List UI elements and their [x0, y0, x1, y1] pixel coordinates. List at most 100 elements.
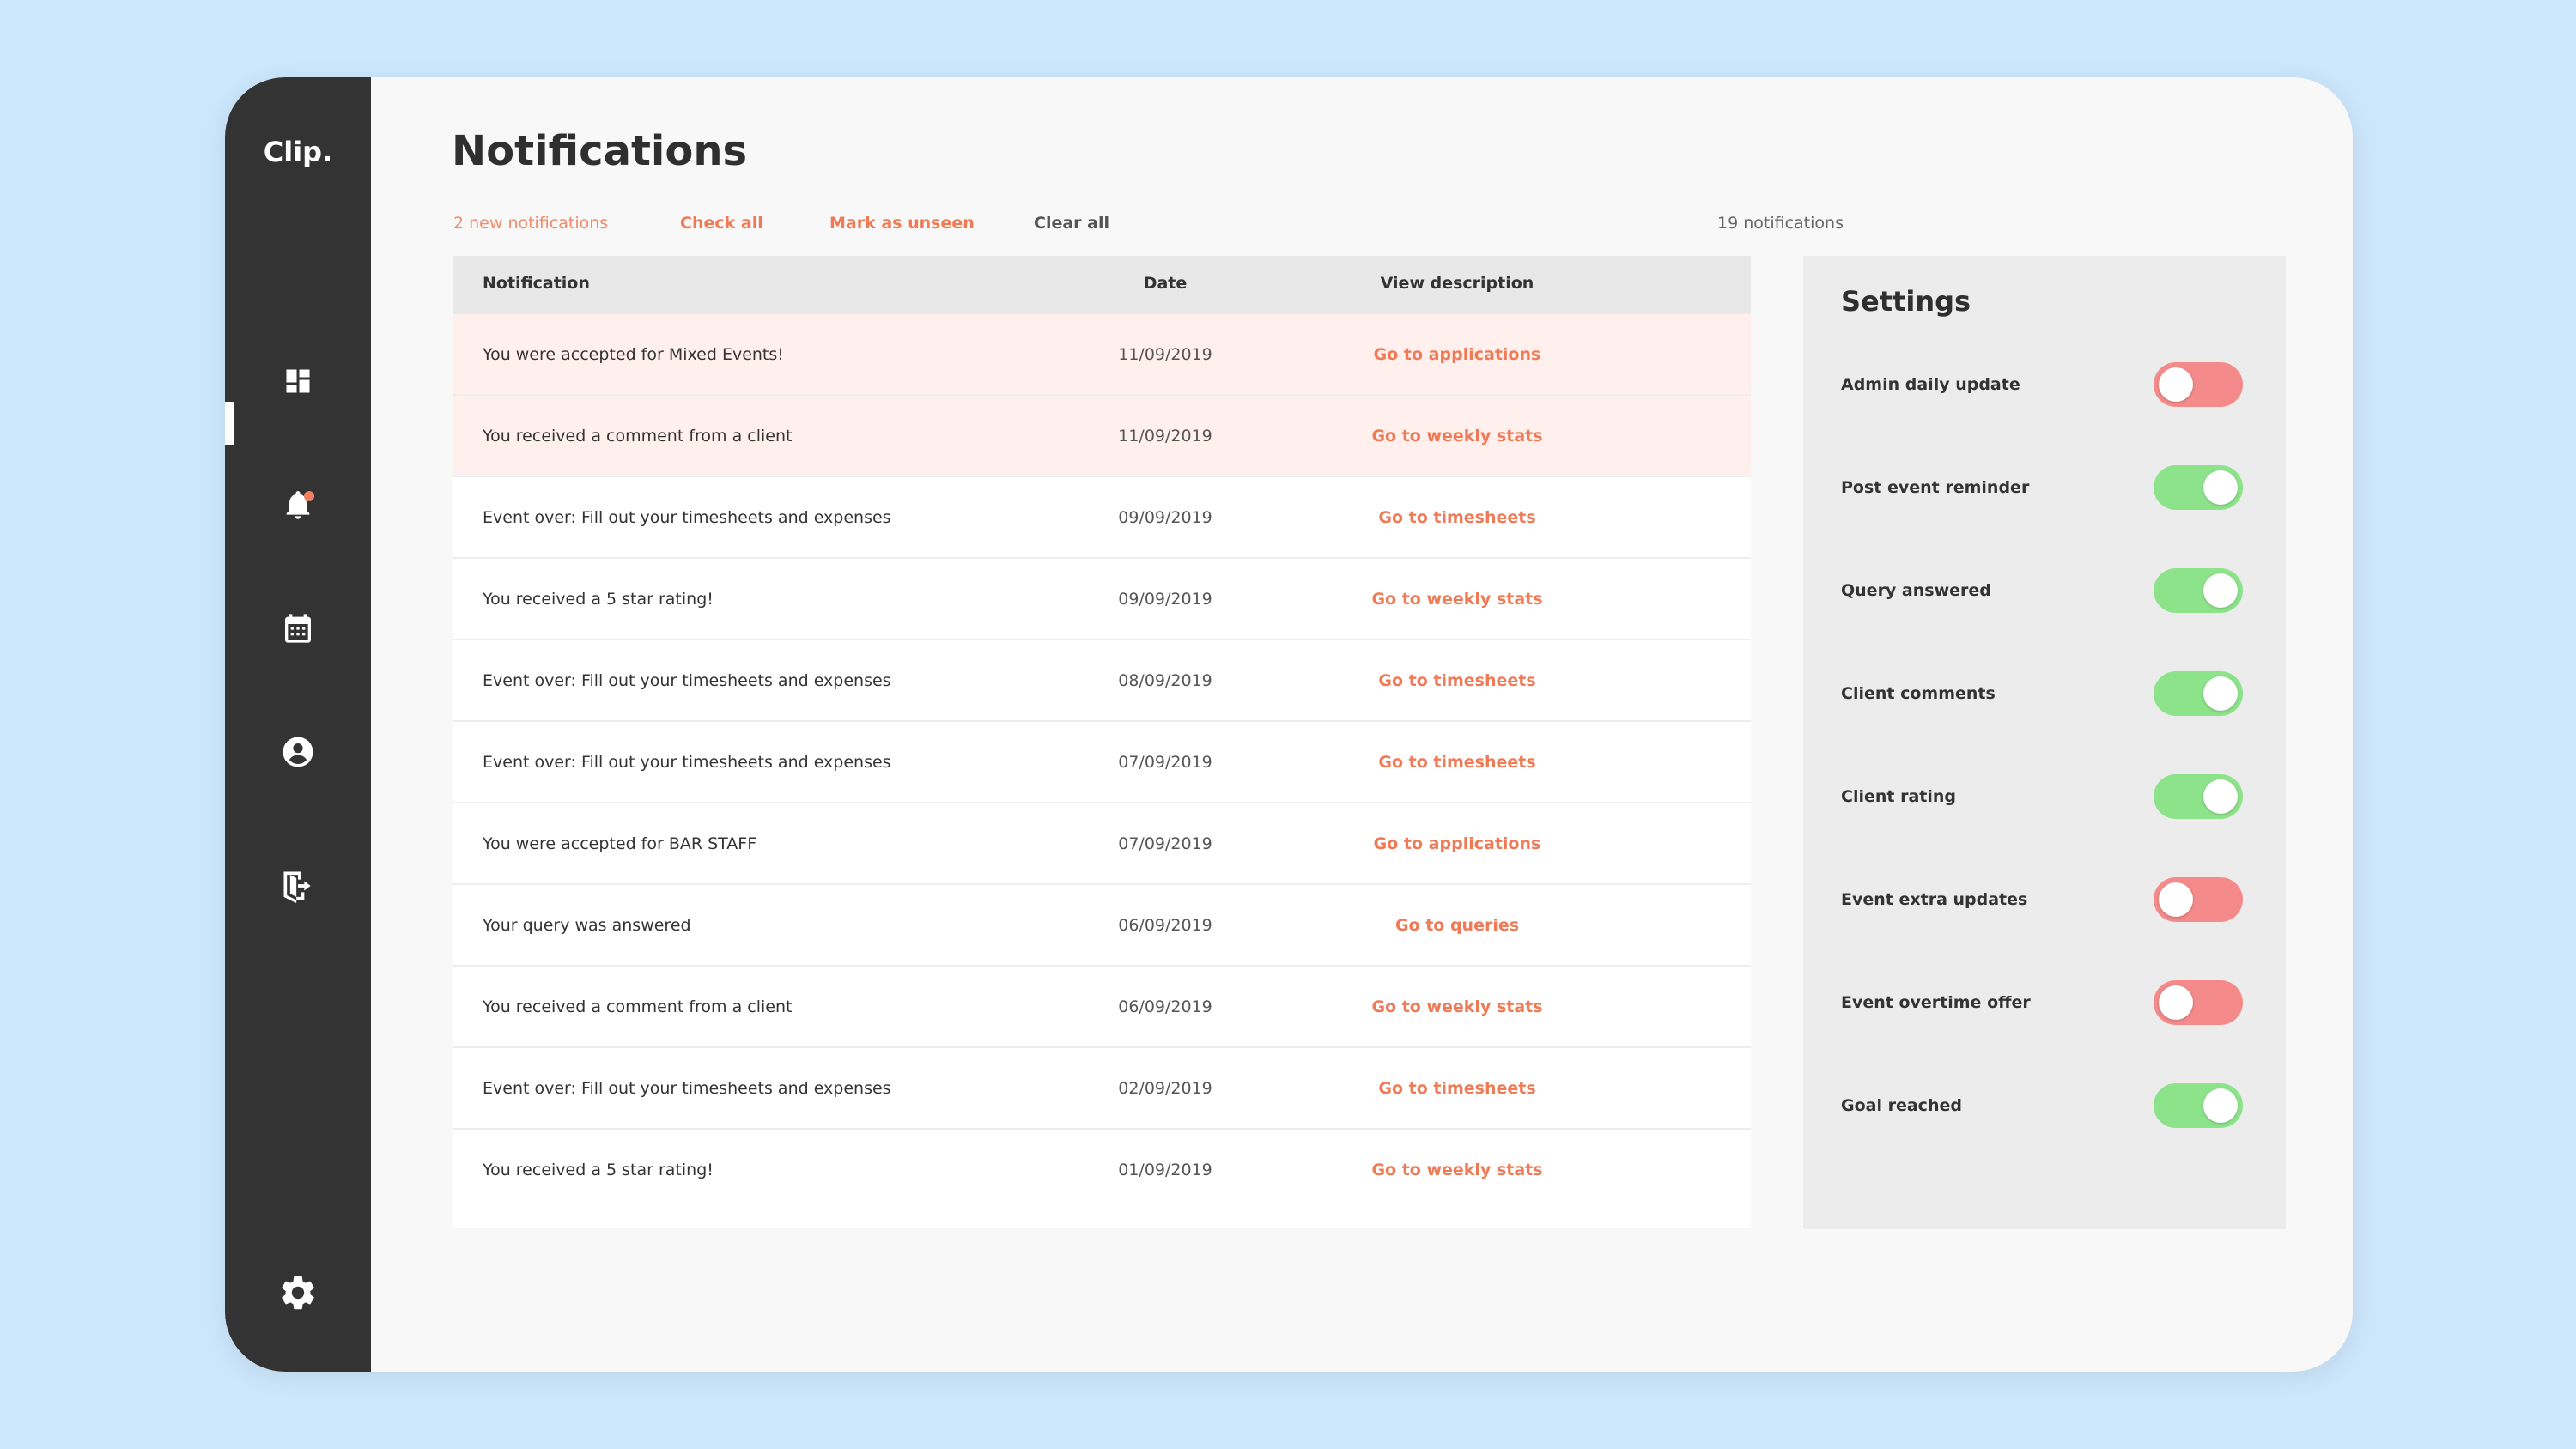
table-row[interactable]: You were accepted for Mixed Events! 11/0…	[453, 314, 1751, 396]
notification-date: 09/09/2019	[1118, 508, 1212, 527]
view-description-link[interactable]: Go to weekly stats	[1328, 967, 1586, 1048]
view-description-link[interactable]: Go to weekly stats	[1328, 1130, 1586, 1211]
main-content: Notifications 2 new notifications Check …	[371, 77, 2353, 1372]
table-row[interactable]: Event over: Fill out your timesheets and…	[453, 477, 1751, 559]
column-header-view: View description	[1380, 274, 1534, 293]
nav-account[interactable]	[225, 718, 371, 786]
view-description-link[interactable]: Go to timesheets	[1328, 640, 1586, 722]
toggle-switch[interactable]	[2154, 465, 2243, 510]
notification-date: 08/09/2019	[1118, 671, 1212, 690]
setting-client-comments: Client comments	[1803, 668, 2286, 719]
nav-dashboard[interactable]	[225, 347, 371, 415]
settings-title: Settings	[1841, 285, 1971, 318]
mark-unseen-button[interactable]: Mark as unseen	[829, 206, 975, 240]
notification-date: 06/09/2019	[1118, 997, 1212, 1016]
check-all-button[interactable]: Check all	[680, 206, 763, 240]
clear-all-button[interactable]: Clear all	[1034, 206, 1109, 240]
setting-event-overtime-offer: Event overtime offer	[1803, 977, 2286, 1028]
setting-label: Query answered	[1841, 581, 1991, 600]
view-description-link[interactable]: Go to weekly stats	[1328, 559, 1586, 640]
toggle-switch[interactable]	[2154, 1083, 2243, 1128]
notification-text: You received a 5 star rating!	[483, 1161, 714, 1179]
notification-date: 07/09/2019	[1118, 753, 1212, 772]
notification-text: Event over: Fill out your timesheets and…	[483, 508, 891, 527]
gear-icon	[282, 1276, 314, 1310]
toggle-switch[interactable]	[2154, 671, 2243, 716]
setting-label: Post event reminder	[1841, 478, 2030, 497]
view-description-link[interactable]: Go to weekly stats	[1328, 396, 1586, 477]
toggle-switch[interactable]	[2154, 362, 2243, 407]
account-icon	[283, 737, 313, 767]
view-description-link[interactable]: Go to timesheets	[1328, 722, 1586, 803]
logout-icon	[283, 871, 311, 904]
table-row[interactable]: Event over: Fill out your timesheets and…	[453, 722, 1751, 803]
notification-text: Event over: Fill out your timesheets and…	[483, 1079, 891, 1098]
setting-label: Event overtime offer	[1841, 993, 2031, 1012]
notification-date: 01/09/2019	[1118, 1161, 1212, 1179]
toggle-switch[interactable]	[2154, 568, 2243, 613]
notification-date: 09/09/2019	[1118, 590, 1212, 609]
setting-post-event-reminder: Post event reminder	[1803, 462, 2286, 513]
toggle-switch[interactable]	[2154, 980, 2243, 1025]
notification-date: 02/09/2019	[1118, 1079, 1212, 1098]
notification-badge	[304, 491, 314, 501]
notification-text: You were accepted for Mixed Events!	[483, 345, 784, 364]
logo: Clip.	[263, 136, 333, 168]
table-row[interactable]: You were accepted for BAR STAFF 07/09/20…	[453, 803, 1751, 885]
view-description-link[interactable]: Go to timesheets	[1328, 1048, 1586, 1130]
toggle-knob	[2159, 367, 2193, 402]
column-header-date: Date	[1143, 274, 1188, 293]
setting-admin-daily-update: Admin daily update	[1803, 359, 2286, 410]
toggle-knob	[2159, 882, 2193, 917]
dashboard-icon	[286, 369, 310, 393]
table-row[interactable]: Event over: Fill out your timesheets and…	[453, 640, 1751, 722]
nav-logout[interactable]	[225, 852, 371, 920]
notifications-toolbar: 2 new notifications Check all Mark as un…	[371, 206, 2353, 240]
sidebar: Clip.	[225, 77, 371, 1372]
notification-text: You received a comment from a client	[483, 427, 793, 446]
toggle-knob	[2203, 573, 2238, 608]
total-notifications-count: 19 notifications	[1717, 214, 1844, 233]
table-row[interactable]: You received a 5 star rating! 09/09/2019…	[453, 559, 1751, 640]
setting-label: Client rating	[1841, 787, 1956, 806]
toggle-switch[interactable]	[2154, 877, 2243, 922]
calendar-icon	[285, 614, 311, 643]
nav-settings[interactable]	[225, 1258, 371, 1327]
view-description-link[interactable]: Go to timesheets	[1328, 477, 1586, 559]
setting-label: Client comments	[1841, 684, 1996, 703]
page-title: Notifications	[452, 127, 748, 175]
toggle-knob	[2203, 779, 2238, 814]
app-window: Clip. Notifications 2 new notifications …	[225, 77, 2353, 1372]
settings-panel: Settings Admin daily update Post event r…	[1803, 256, 2286, 1229]
notification-text: You were accepted for BAR STAFF	[483, 834, 757, 853]
notification-text: Your query was answered	[483, 916, 691, 935]
notification-text: Event over: Fill out your timesheets and…	[483, 753, 891, 772]
active-indicator	[225, 402, 234, 445]
notification-text: You received a 5 star rating!	[483, 590, 714, 609]
notification-date: 11/09/2019	[1118, 345, 1212, 364]
notifications-table: Notification Date View description You w…	[453, 256, 1751, 1228]
column-header-notification: Notification	[483, 274, 590, 293]
toggle-knob	[2159, 985, 2193, 1020]
nav-calendar[interactable]	[225, 594, 371, 663]
view-description-link[interactable]: Go to applications	[1328, 314, 1586, 396]
setting-label: Admin daily update	[1841, 375, 2020, 394]
toggle-knob	[2203, 470, 2238, 505]
setting-client-rating: Client rating	[1803, 771, 2286, 822]
table-row[interactable]: You received a comment from a client 06/…	[453, 967, 1751, 1048]
table-row[interactable]: Event over: Fill out your timesheets and…	[453, 1048, 1751, 1130]
notification-date: 07/09/2019	[1118, 834, 1212, 853]
table-row[interactable]: Your query was answered 06/09/2019 Go to…	[453, 885, 1751, 967]
view-description-link[interactable]: Go to applications	[1328, 803, 1586, 885]
table-row[interactable]: You received a comment from a client 11/…	[453, 396, 1751, 477]
view-description-link[interactable]: Go to queries	[1328, 885, 1586, 967]
setting-query-answered: Query answered	[1803, 565, 2286, 616]
setting-event-extra-updates: Event extra updates	[1803, 874, 2286, 925]
new-notifications-count: 2 new notifications	[453, 214, 609, 233]
table-header: Notification Date View description	[453, 256, 1751, 314]
toggle-switch[interactable]	[2154, 774, 2243, 819]
table-row[interactable]: You received a 5 star rating! 01/09/2019…	[453, 1130, 1751, 1211]
setting-label: Goal reached	[1841, 1096, 1962, 1115]
setting-label: Event extra updates	[1841, 890, 2028, 909]
nav-notifications[interactable]	[225, 470, 371, 539]
